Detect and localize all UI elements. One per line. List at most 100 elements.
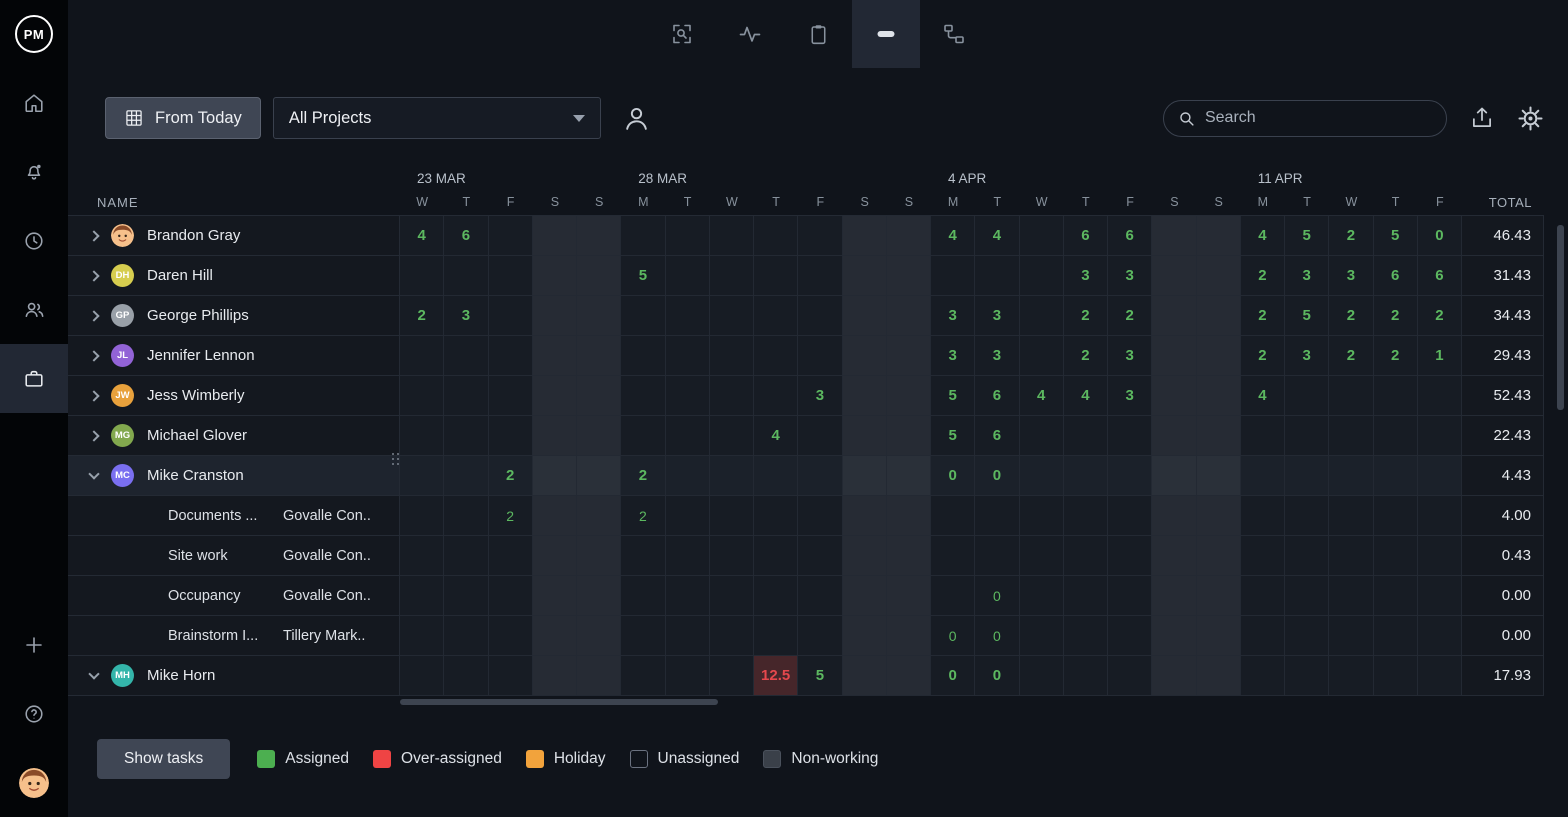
day-cell[interactable] (1020, 456, 1064, 496)
day-cell[interactable]: 2 (1064, 296, 1108, 336)
day-cell[interactable] (754, 296, 798, 336)
day-cell[interactable] (1020, 496, 1064, 536)
project-filter-dropdown[interactable]: All Projects (273, 97, 601, 139)
day-cell[interactable] (1329, 416, 1373, 456)
day-cell[interactable] (1197, 496, 1241, 536)
day-cell[interactable] (1329, 456, 1373, 496)
day-cell[interactable] (489, 336, 533, 376)
day-cell[interactable] (577, 576, 621, 616)
day-cell[interactable] (577, 656, 621, 696)
day-cell[interactable] (754, 456, 798, 496)
day-cell[interactable] (1197, 416, 1241, 456)
day-cell[interactable]: 0 (975, 656, 1019, 696)
day-cell[interactable] (577, 616, 621, 656)
day-cell[interactable] (1329, 376, 1373, 416)
day-cell[interactable] (533, 456, 577, 496)
day-cell[interactable]: 4 (1020, 376, 1064, 416)
day-cell[interactable]: 2 (621, 456, 665, 496)
sidebar-item-profile[interactable] (0, 748, 68, 817)
day-cell[interactable]: 3 (1285, 336, 1329, 376)
day-cell[interactable] (1064, 456, 1108, 496)
day-cell[interactable] (577, 376, 621, 416)
day-cell[interactable] (798, 456, 842, 496)
day-cell[interactable] (1020, 536, 1064, 576)
day-cell[interactable] (887, 336, 931, 376)
day-cell[interactable]: 0 (931, 616, 975, 656)
day-cell[interactable] (1108, 456, 1152, 496)
settings-button[interactable] (1517, 105, 1544, 132)
day-cell[interactable] (710, 616, 754, 656)
day-cell[interactable] (577, 296, 621, 336)
day-cell[interactable] (1329, 536, 1373, 576)
day-cell[interactable] (666, 376, 710, 416)
day-cell[interactable] (1020, 336, 1064, 376)
day-cell[interactable] (1374, 656, 1418, 696)
day-cell[interactable] (577, 256, 621, 296)
day-cell[interactable]: 12.5 (754, 656, 798, 696)
day-cell[interactable] (1374, 456, 1418, 496)
day-cell[interactable]: 2 (1241, 296, 1285, 336)
day-cell[interactable] (444, 616, 488, 656)
day-cell[interactable] (400, 616, 444, 656)
day-cell[interactable] (843, 336, 887, 376)
day-cell[interactable]: 3 (975, 336, 1019, 376)
day-cell[interactable] (1241, 616, 1285, 656)
tab-workflow[interactable] (920, 0, 988, 68)
day-cell[interactable] (444, 536, 488, 576)
sidebar-item-time[interactable] (0, 206, 68, 275)
search-input[interactable] (1205, 109, 1432, 127)
day-cell[interactable] (843, 496, 887, 536)
day-cell[interactable] (1152, 376, 1196, 416)
day-cell[interactable] (1197, 616, 1241, 656)
day-cell[interactable] (533, 376, 577, 416)
day-cell[interactable] (843, 216, 887, 256)
day-cell[interactable] (1241, 456, 1285, 496)
sidebar-item-notifications[interactable] (0, 137, 68, 206)
day-cell[interactable]: 3 (931, 296, 975, 336)
day-cell[interactable] (754, 616, 798, 656)
day-cell[interactable] (400, 256, 444, 296)
day-cell[interactable] (843, 576, 887, 616)
day-cell[interactable]: 3 (931, 336, 975, 376)
day-cell[interactable]: 5 (1285, 296, 1329, 336)
day-cell[interactable] (710, 216, 754, 256)
day-cell[interactable] (710, 536, 754, 576)
day-cell[interactable] (1374, 536, 1418, 576)
day-cell[interactable] (621, 536, 665, 576)
day-cell[interactable]: 5 (621, 256, 665, 296)
day-cell[interactable] (843, 456, 887, 496)
day-cell[interactable]: 3 (444, 296, 488, 336)
day-cell[interactable] (975, 496, 1019, 536)
task-row-name[interactable]: Brainstorm I...Tillery Mark.. (68, 616, 400, 656)
day-cell[interactable] (1285, 416, 1329, 456)
day-cell[interactable]: 5 (931, 416, 975, 456)
day-cell[interactable]: 0 (1418, 216, 1462, 256)
day-cell[interactable] (798, 256, 842, 296)
day-cell[interactable] (931, 496, 975, 536)
day-cell[interactable] (621, 416, 665, 456)
day-cell[interactable] (577, 336, 621, 376)
day-cell[interactable] (533, 616, 577, 656)
day-cell[interactable]: 4 (975, 216, 1019, 256)
day-cell[interactable] (754, 336, 798, 376)
day-cell[interactable] (798, 296, 842, 336)
day-cell[interactable] (843, 536, 887, 576)
day-cell[interactable] (1197, 536, 1241, 576)
show-tasks-button[interactable]: Show tasks (97, 739, 230, 779)
day-cell[interactable]: 2 (1329, 216, 1373, 256)
day-cell[interactable] (1241, 416, 1285, 456)
day-cell[interactable] (887, 416, 931, 456)
day-cell[interactable] (577, 536, 621, 576)
day-cell[interactable] (798, 536, 842, 576)
day-cell[interactable] (1374, 496, 1418, 536)
day-cell[interactable] (444, 496, 488, 536)
day-cell[interactable] (1020, 296, 1064, 336)
day-cell[interactable] (489, 376, 533, 416)
day-cell[interactable] (1285, 576, 1329, 616)
chevron-down-icon[interactable] (88, 668, 99, 679)
day-cell[interactable]: 3 (1329, 256, 1373, 296)
day-cell[interactable] (621, 616, 665, 656)
day-cell[interactable] (533, 216, 577, 256)
day-cell[interactable] (666, 296, 710, 336)
day-cell[interactable] (666, 336, 710, 376)
